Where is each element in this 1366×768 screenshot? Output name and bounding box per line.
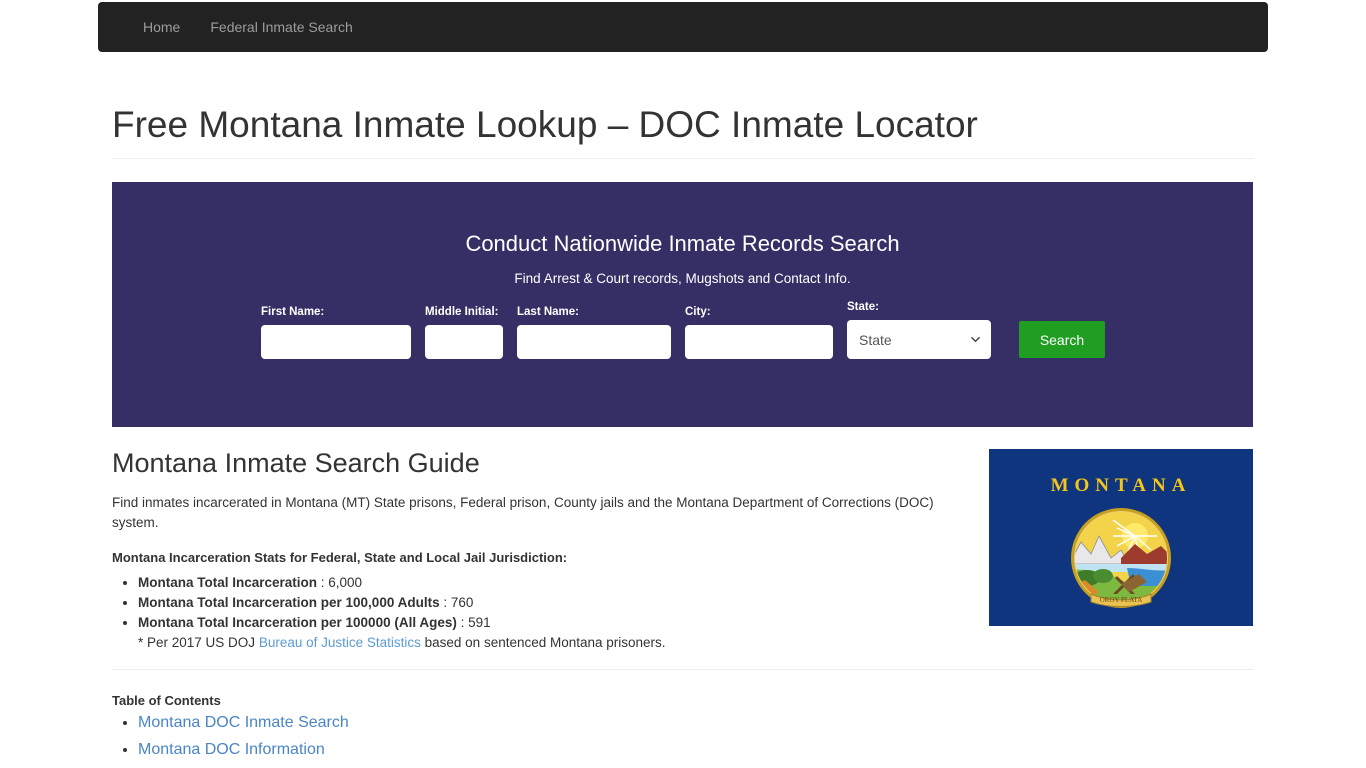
top-navigation-bar: Home Federal Inmate Search — [98, 2, 1268, 52]
last-name-label: Last Name: — [517, 306, 579, 318]
incarceration-stats-list: Montana Total Incarceration : 6,000 Mont… — [112, 573, 972, 653]
seal-motto-text: OROY PLATA — [1100, 596, 1143, 604]
toc-heading: Table of Contents — [112, 693, 221, 708]
city-label: City: — [685, 306, 711, 318]
nav-link-home[interactable]: Home — [128, 2, 195, 52]
state-select-wrapper: State — [847, 320, 991, 359]
guide-intro-text: Find inmates incarcerated in Montana (MT… — [112, 495, 934, 530]
montana-state-flag-image: MONTANA OROY PLATA — [989, 449, 1253, 626]
footnote-suffix: based on sentenced Montana prisoners. — [420, 635, 666, 650]
list-item: Montana Total Incarceration per 100000 (… — [138, 613, 972, 633]
list-item: Montana DOC Information — [138, 741, 349, 759]
middle-initial-field-group: Middle Initial: — [425, 305, 503, 359]
page-title: Free Montana Inmate Lookup – DOC Inmate … — [112, 104, 978, 145]
bureau-of-justice-statistics-link[interactable]: Bureau of Justice Statistics — [259, 635, 421, 650]
list-item: Montana Total Incarceration : 6,000 — [138, 573, 972, 593]
stat-label: Montana Total Incarceration — [138, 575, 321, 590]
stats-heading: Montana Incarceration Stats for Federal,… — [112, 550, 568, 565]
city-field-group: City: — [685, 305, 833, 359]
nationwide-inmate-search-widget: Conduct Nationwide Inmate Records Search… — [112, 182, 1253, 565]
middle-initial-input[interactable] — [425, 325, 503, 359]
first-name-label: First Name: — [261, 306, 325, 318]
inmate-search-form: First Name: Middle Initial: Last Name: C… — [261, 300, 1105, 359]
stat-label: Montana Total Incarceration per 100000 (… — [138, 615, 461, 630]
widget-heading: Conduct Nationwide Inmate Records Search — [465, 231, 900, 256]
state-select[interactable]: State — [847, 320, 991, 359]
stat-value: : 591 — [460, 615, 491, 630]
city-input[interactable] — [685, 325, 833, 359]
stat-label: Montana Total Incarceration per 100,000 … — [138, 595, 444, 610]
table-of-contents-list: Montana DOC Inmate Search Montana DOC In… — [112, 714, 349, 768]
guide-title: Montana Inmate Search Guide — [112, 448, 480, 478]
stat-value: : 760 — [443, 595, 474, 610]
title-divider — [112, 158, 1254, 159]
first-name-input[interactable] — [261, 325, 411, 359]
stat-value: : 6,000 — [320, 575, 363, 590]
last-name-field-group: Last Name: — [517, 305, 671, 359]
inmate-search-guide-section: Montana Inmate Search Guide Find inmates… — [112, 444, 972, 653]
stats-footnote: * Per 2017 US DOJ Bureau of Justice Stat… — [138, 633, 972, 653]
flag-state-name: MONTANA — [1050, 475, 1192, 496]
list-item: Montana DOC Inmate Search — [138, 714, 349, 732]
state-label: State: — [847, 301, 879, 313]
toc-divider — [112, 669, 1254, 670]
toc-link-montana-doc-inmate-search[interactable]: Montana DOC Inmate Search — [138, 714, 349, 731]
toc-link-montana-doc-information[interactable]: Montana DOC Information — [138, 741, 325, 758]
search-button[interactable]: Search — [1019, 321, 1105, 358]
middle-initial-label: Middle Initial: — [425, 306, 499, 318]
state-field-group: State: State — [847, 300, 991, 359]
first-name-field-group: First Name: — [261, 305, 411, 359]
widget-subheading: Find Arrest & Court records, Mugshots an… — [514, 271, 851, 286]
nav-link-federal-inmate-search[interactable]: Federal Inmate Search — [195, 2, 367, 52]
last-name-input[interactable] — [517, 325, 671, 359]
montana-state-seal-icon: OROY PLATA — [1071, 508, 1171, 608]
list-item: Montana Total Incarceration per 100,000 … — [138, 593, 972, 613]
footnote-prefix: * Per 2017 US DOJ — [138, 635, 259, 650]
